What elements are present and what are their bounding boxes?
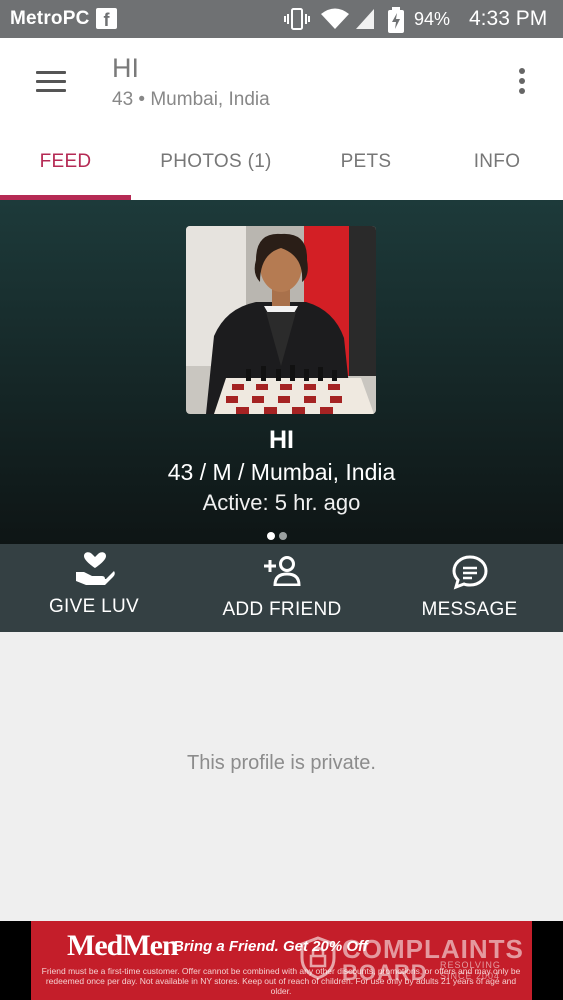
tab-bar: FEED PHOTOS (1) PETS INFO bbox=[0, 144, 563, 200]
add-friend-button[interactable]: ADD FRIEND bbox=[188, 544, 376, 632]
tab-pets[interactable]: PETS bbox=[301, 144, 431, 200]
profile-hero: HI 43 / M / Mumbai, India Active: 5 hr. … bbox=[0, 200, 563, 544]
page-title: HI bbox=[112, 53, 139, 83]
chat-bubble-icon bbox=[452, 555, 488, 590]
overflow-menu-icon[interactable] bbox=[512, 68, 532, 98]
give-luv-button[interactable]: GIVE LUV bbox=[0, 544, 188, 632]
profile-photo[interactable] bbox=[186, 226, 376, 414]
add-friend-label: ADD FRIEND bbox=[222, 599, 342, 620]
battery-charging-icon bbox=[388, 7, 404, 33]
tab-info[interactable]: INFO bbox=[431, 144, 563, 200]
tab-photos[interactable]: PHOTOS (1) bbox=[131, 144, 301, 200]
profile-last-active: Active: 5 hr. ago bbox=[202, 490, 361, 515]
message-label: MESSAGE bbox=[421, 599, 518, 620]
pager-dot-active bbox=[267, 532, 275, 540]
add-person-icon bbox=[264, 556, 301, 586]
shield-icon bbox=[300, 936, 336, 980]
watermark-line3: RESOLVING SINCE 2004 bbox=[440, 960, 501, 982]
watermark-resolving: RESOLVING bbox=[440, 960, 501, 970]
complaints-board-watermark: COMPLAINTS BOARD RESOLVING SINCE 2004 bbox=[300, 934, 530, 994]
page-subtitle: 43 • Mumbai, India bbox=[112, 89, 270, 110]
watermark-since: SINCE 2004 bbox=[440, 971, 501, 981]
wifi-icon bbox=[321, 8, 349, 29]
give-luv-label: GIVE LUV bbox=[48, 596, 140, 617]
pager-dot bbox=[279, 532, 287, 540]
battery-percent: 94% bbox=[414, 9, 451, 29]
private-profile-notice: This profile is private. bbox=[187, 752, 376, 774]
photo-pager-dots[interactable] bbox=[267, 527, 297, 540]
watermark-line2: BOARD bbox=[342, 960, 428, 985]
hamburger-menu-icon[interactable] bbox=[36, 71, 66, 93]
ad-brand-logo: MedMen bbox=[67, 929, 179, 962]
status-bar: MetroPCS f 94% 4:33 PM bbox=[0, 0, 563, 38]
clock: 4:33 PM bbox=[469, 7, 548, 30]
app-header: HI 43 • Mumbai, India FEED PHOTOS (1) PE… bbox=[0, 38, 563, 200]
profile-details: 43 / M / Mumbai, India bbox=[167, 459, 396, 485]
tab-feed[interactable]: FEED bbox=[0, 144, 131, 200]
profile-name: HI bbox=[269, 426, 294, 454]
signal-icon bbox=[356, 9, 374, 29]
carrier-name: MetroPCS bbox=[10, 8, 90, 29]
heart-hand-icon bbox=[76, 552, 115, 585]
message-button[interactable]: MESSAGE bbox=[376, 544, 563, 632]
facebook-notification-icon: f bbox=[96, 8, 117, 30]
profile-action-bar: GIVE LUV ADD FRIEND MESSAGE bbox=[0, 544, 563, 632]
vibrate-icon bbox=[284, 8, 310, 30]
